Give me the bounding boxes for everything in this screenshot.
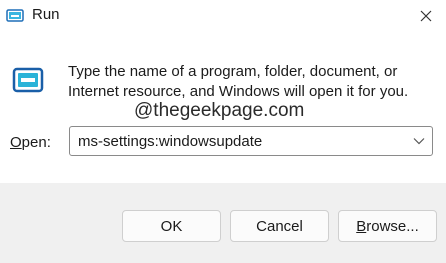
open-label-rest: pen: [21, 134, 51, 151]
watermark-text: @thegeekpage.com [134, 100, 305, 121]
cancel-button[interactable]: Cancel [230, 210, 329, 242]
open-input-value[interactable]: ms-settings:windowsupdate [78, 133, 262, 150]
run-app-icon [12, 66, 46, 96]
close-icon [420, 10, 432, 22]
open-label-mnemonic: O [10, 134, 22, 151]
chevron-down-icon [413, 138, 425, 145]
close-button[interactable] [414, 4, 438, 28]
open-label: Open: [10, 134, 51, 151]
browse-button[interactable]: Browse... [338, 210, 437, 242]
title-bar[interactable]: Run [0, 0, 446, 32]
run-dialog: Run Type the name of a program, folder, … [0, 0, 446, 263]
run-description: Type the name of a program, folder, docu… [68, 63, 409, 100]
browse-label-rest: rowse... [366, 217, 419, 235]
ok-button[interactable]: OK [122, 210, 221, 242]
window-title: Run [32, 6, 60, 23]
dropdown-button[interactable] [412, 135, 426, 147]
open-combobox[interactable]: ms-settings:windowsupdate [69, 126, 433, 156]
run-app-icon [6, 8, 26, 24]
browse-mnemonic: B [356, 217, 367, 235]
